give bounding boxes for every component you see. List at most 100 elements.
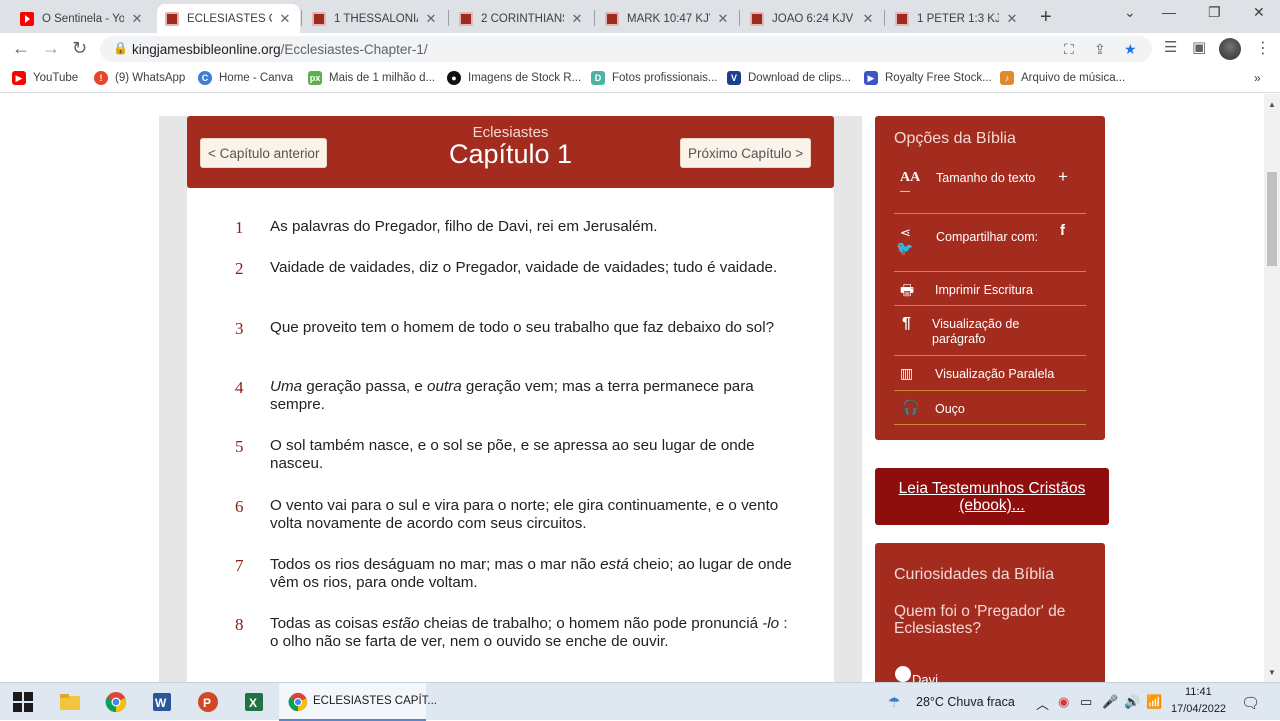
tray-chevron-icon[interactable]: ︿ [1036, 694, 1049, 713]
text-size-option[interactable]: AA — Tamanho do texto + [894, 160, 1086, 214]
bookmark-item[interactable]: ▶ YouTube [12, 71, 78, 85]
address-bar[interactable]: 🔒 kingjamesbibleonline.org/Ecclesiastes-… [100, 36, 1152, 62]
tab[interactable]: JOÃO 6:24 KJV "C ✕ [742, 4, 883, 33]
unsplash-icon: ● [447, 71, 461, 85]
new-tab-button[interactable]: + [1040, 6, 1052, 29]
print-option[interactable]: 🖶 Imprimir Escritura [894, 272, 1086, 306]
volume-icon[interactable]: 🔊 [1124, 694, 1140, 710]
taskbar-active-window[interactable]: ECLESIASTES CAPÍT... [279, 683, 437, 721]
close-window-button[interactable]: ✕ [1253, 4, 1265, 21]
bible-icon [459, 11, 473, 26]
scroll-up-icon[interactable]: ▲ [1268, 100, 1276, 109]
previous-chapter-button[interactable]: < Capítulo anterior [200, 138, 328, 168]
bookmark-item[interactable]: C Home - Canva [198, 71, 293, 85]
verse-number[interactable]: 3 [235, 319, 244, 339]
reload-icon[interactable]: ↻ [72, 38, 87, 59]
close-tab-icon[interactable]: ✕ [130, 11, 144, 27]
bookmark-item[interactable]: ● Imagens de Stock R... [447, 71, 581, 85]
stock-icon: ▶ [864, 71, 878, 85]
bookmark-item[interactable]: D Fotos profissionais... [591, 71, 717, 85]
tab-title: JOÃO 6:24 KJV "C [772, 12, 855, 25]
close-tab-icon[interactable]: ✕ [716, 11, 730, 27]
next-chapter-button[interactable]: Próximo Capítulo > [680, 138, 812, 168]
file-explorer-icon[interactable] [59, 691, 81, 713]
verse-number[interactable]: 7 [235, 556, 244, 576]
scroll-down-icon[interactable]: ▼ [1268, 668, 1276, 677]
profile-avatar[interactable] [1219, 38, 1241, 60]
bookmark-item[interactable]: ♪ Arquivo de música... [1000, 71, 1125, 85]
twitter-icon[interactable]: 🐦 [896, 240, 913, 257]
page-scrollbar[interactable]: ▲ ▼ [1264, 94, 1280, 682]
parallel-option[interactable]: ▥ Visualização Paralela [894, 356, 1086, 391]
share-icon[interactable]: ⇪ [1094, 41, 1106, 58]
verse-italic-word: outra [427, 378, 462, 395]
tab[interactable]: 1 PETER 1:3 KJV " ✕ [887, 4, 1027, 33]
text-size-decrease-icon[interactable]: — [900, 186, 910, 197]
close-tab-icon[interactable]: ✕ [570, 11, 584, 27]
text-size-increase-icon[interactable]: + [1058, 167, 1068, 187]
url-host: kingjamesbibleonline.org [132, 41, 281, 57]
verse-number[interactable]: 8 [235, 615, 244, 635]
svg-text:W: W [155, 696, 167, 710]
weather-icon[interactable]: ☂ [888, 694, 901, 711]
bookmark-item[interactable]: px Mais de 1 milhão d... [308, 71, 435, 85]
music-icon: ♪ [1000, 71, 1014, 85]
bookmark-label: Imagens de Stock R... [468, 72, 582, 84]
trivia-option-label: Davi [912, 672, 939, 682]
verse-number[interactable]: 2 [235, 259, 244, 279]
side-panel-icon[interactable]: ▣ [1192, 38, 1206, 56]
bookmark-item[interactable]: ! (9) WhatsApp [94, 71, 185, 85]
clock-date[interactable]: 17/04/2022 [1171, 703, 1226, 715]
word-icon[interactable]: W [151, 691, 173, 713]
tab[interactable]: O Sentinela - You ✕ [12, 4, 152, 33]
tab[interactable]: MARK 10:47 KJV ✕ [597, 4, 738, 33]
minimize-button[interactable]: — [1162, 4, 1176, 20]
battery-icon[interactable]: ▭ [1080, 694, 1092, 710]
close-tab-icon[interactable]: ✕ [1005, 11, 1019, 27]
notifications-icon[interactable]: 🗨 [1241, 694, 1260, 712]
menu-icon[interactable]: ⋮ [1255, 38, 1271, 58]
verse-number[interactable]: 1 [235, 218, 244, 238]
tab[interactable]: 1 THESSALONIAN ✕ [304, 4, 446, 33]
ebook-link[interactable]: Leia Testemunhos Cristãos (ebook)... [875, 480, 1109, 514]
share-option: ⋖ 🐦 Compartilhar com: f [894, 214, 1086, 272]
clock-time[interactable]: 11:41 [1185, 686, 1212, 698]
tab-search-icon[interactable]: ⌄ [1124, 4, 1136, 21]
tab-separator [884, 10, 885, 26]
windows-start-icon[interactable] [12, 691, 34, 713]
close-tab-icon[interactable]: ✕ [861, 11, 875, 27]
bookmark-item[interactable]: V Download de clips... [727, 71, 851, 85]
back-icon[interactable]: ← [12, 38, 30, 59]
powerpoint-icon[interactable]: P [197, 691, 219, 713]
listen-option[interactable]: 🎧 Ouço [894, 391, 1086, 425]
whatsapp-icon: ! [94, 71, 108, 85]
bookmark-star-icon[interactable]: ★ [1124, 41, 1137, 58]
translate-icon[interactable]: ⛶ [1064, 41, 1074, 58]
wifi-icon[interactable]: 📶 [1146, 694, 1162, 710]
restore-button[interactable]: ❐ [1208, 4, 1221, 21]
close-tab-icon[interactable]: ✕ [278, 11, 292, 27]
bible-icon [165, 11, 179, 26]
verse-number[interactable]: 4 [235, 378, 244, 398]
weather-text[interactable]: 28°C Chuva fraca [916, 695, 1015, 709]
bookmark-item[interactable]: ▶ Royalty Free Stock... [864, 71, 992, 85]
antivirus-icon[interactable]: ◉ [1058, 694, 1069, 710]
scrollbar-thumb[interactable] [1267, 172, 1277, 266]
bible-trivia-panel: Curiosidades da Bíblia Quem foi o 'Prega… [875, 543, 1105, 682]
verse-number[interactable]: 6 [235, 497, 244, 517]
verse-number[interactable]: 5 [235, 437, 244, 457]
forward-icon[interactable]: → [42, 38, 60, 59]
close-tab-icon[interactable]: ✕ [424, 11, 438, 27]
verse-text: Todos os rios deságuam no mar; mas o mar… [270, 556, 800, 592]
tab[interactable]: 2 CORINTHIANS ✕ [451, 4, 592, 33]
paragraph-option[interactable]: ¶ Visualização de parágrafo [894, 306, 1086, 356]
chrome-icon[interactable] [105, 691, 127, 713]
reading-list-icon[interactable]: ☰ [1164, 38, 1177, 56]
more-bookmarks-icon[interactable]: » [1254, 71, 1261, 85]
facebook-icon[interactable]: f [1060, 222, 1065, 239]
microphone-icon[interactable]: 🎤 [1102, 694, 1118, 710]
verse-italic-word: estão [382, 615, 420, 632]
tab-active[interactable]: ECLESIASTES CAP ✕ [157, 4, 300, 33]
excel-icon[interactable]: X [243, 691, 265, 713]
trivia-option-radio[interactable] [895, 666, 911, 682]
